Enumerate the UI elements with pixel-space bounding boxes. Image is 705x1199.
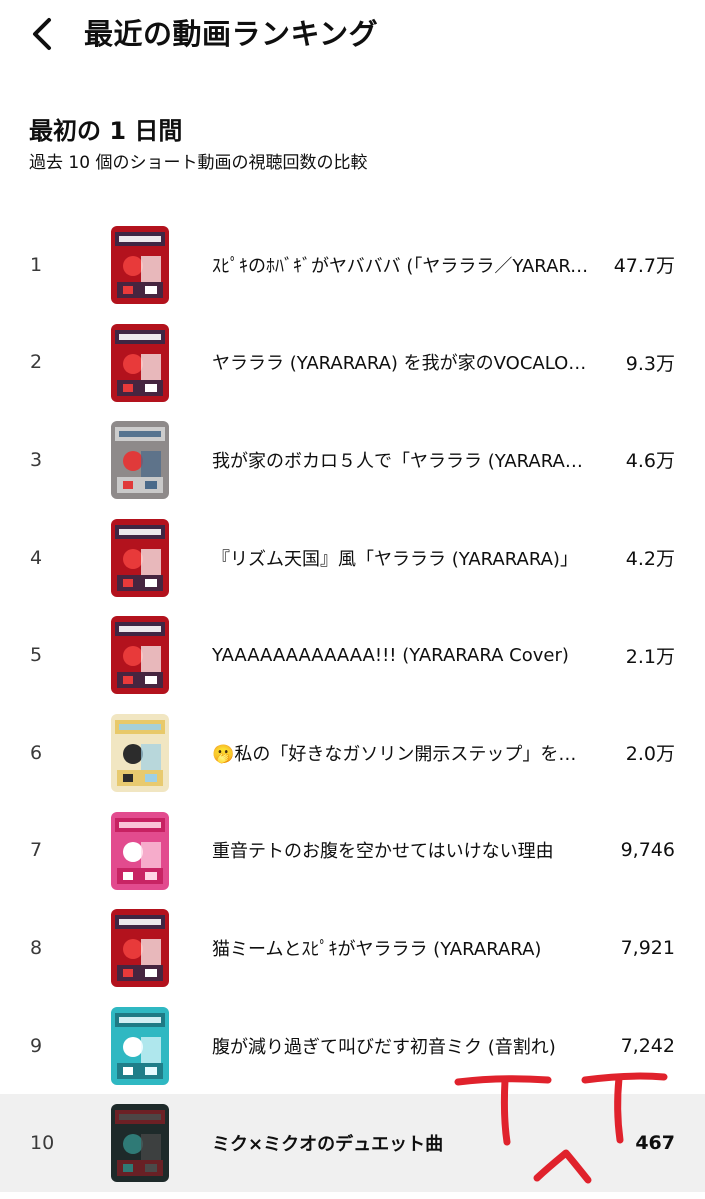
ranking-list: 1 ｽﾋﾟｷのﾎﾊﾞｷﾞがヤバババ (「ヤラララ／YARARARA」) 47.7… [0,216,705,1192]
rank-number: 5 [30,644,43,667]
video-thumbnail[interactable] [111,323,169,402]
video-thumbnail[interactable] [111,811,169,890]
rank-number: 4 [30,546,43,569]
video-row[interactable]: 6 🫢私の「好きなガソリン開示ステップ」を見て 2.0万 [0,704,705,802]
video-row[interactable]: 2 ヤラララ (YARARARA) を我が家のVOCALOIDで 9.3万 [0,314,705,412]
video-thumbnail[interactable] [111,713,169,792]
view-count: 2.1万 [625,645,675,668]
rank-number: 7 [30,839,43,862]
rank-number: 3 [30,448,43,471]
video-title[interactable]: YAAAAAAAAAAAA!!! (YARARARA Cover) [212,606,590,704]
view-count: 2.0万 [625,743,675,766]
video-title-text: 我が家のボカロ５人で「ヤラララ (YARARARA)」 [212,450,590,472]
video-row[interactable]: 5 YAAAAAAAAAAAA!!! (YARARARA Cover) 2.1万 [0,606,705,704]
rank-number: 8 [30,936,43,959]
chevron-left-icon [33,18,51,50]
video-title-text: ミク×ミクオのデュエット曲 [212,1134,444,1156]
video-title[interactable]: 重音テトのお腹を空かせてはいけない理由 [212,802,590,900]
view-count: 9,746 [620,839,675,862]
video-row[interactable]: 9 腹が減り過ぎて叫びだす初音ミク (音割れ) 7,242 [0,997,705,1095]
video-thumbnail[interactable] [111,909,169,988]
video-row[interactable]: 7 重音テトのお腹を空かせてはいけない理由 9,746 [0,802,705,900]
video-title[interactable]: 腹が減り過ぎて叫びだす初音ミク (音割れ) [212,997,590,1095]
video-title[interactable]: 我が家のボカロ５人で「ヤラララ (YARARARA)」 [212,411,590,509]
video-title-text: ｽﾋﾟｷのﾎﾊﾞｷﾞがヤバババ (「ヤラララ／YARARARA」) [212,255,590,277]
back-button[interactable] [22,14,62,54]
video-title-text: 重音テトのお腹を空かせてはいけない理由 [212,841,554,863]
view-count: 7,921 [620,936,675,959]
video-row[interactable]: 8 猫ミームとｽﾋﾟｷがヤラララ (YARARARA) 7,921 [0,899,705,997]
view-count: 9.3万 [625,352,675,375]
view-count: 7,242 [620,1034,675,1057]
rank-number: 6 [30,741,43,764]
rank-number: 2 [30,351,43,374]
video-title[interactable]: ミク×ミクオのデュエット曲 [212,1094,590,1192]
view-count: 4.2万 [625,548,675,571]
rank-number: 9 [30,1034,43,1057]
video-title-text: 腹が減り過ぎて叫びだす初音ミク (音割れ) [212,1036,556,1058]
video-title[interactable]: ヤラララ (YARARARA) を我が家のVOCALOIDで [212,314,590,412]
page-title: 最近の動画ランキング [84,17,379,51]
video-thumbnail[interactable] [111,616,169,695]
video-thumbnail[interactable] [111,1104,169,1183]
video-title-text: 『リズム天国』風「ヤラララ (YARARARA)」 [212,548,578,570]
view-count: 4.6万 [625,450,675,473]
video-row[interactable]: 3 我が家のボカロ５人で「ヤラララ (YARARARA)」 4.6万 [0,411,705,509]
video-thumbnail[interactable] [111,518,169,597]
rank-number: 1 [30,253,43,276]
video-title-text: YAAAAAAAAAAAA!!! (YARARARA Cover) [212,644,569,666]
video-title-text: 🫢私の「好きなガソリン開示ステップ」を見て [212,743,590,765]
section-title: 最初の 1 日間 [29,117,183,145]
video-thumbnail[interactable] [111,226,169,304]
rank-number: 10 [30,1132,55,1155]
app-header: 最近の動画ランキング [0,0,705,70]
video-title[interactable]: 🫢私の「好きなガソリン開示ステップ」を見て [212,704,590,802]
section-subtitle: 過去 10 個のショート動画の視聴回数の比較 [29,153,368,173]
video-thumbnail[interactable] [111,421,169,500]
video-title-text: ヤラララ (YARARARA) を我が家のVOCALOIDで [212,353,590,375]
video-title[interactable]: 猫ミームとｽﾋﾟｷがヤラララ (YARARARA) [212,899,590,997]
view-count: 47.7万 [613,255,675,278]
video-title-text: 猫ミームとｽﾋﾟｷがヤラララ (YARARARA) [212,938,542,960]
view-count: 467 [635,1132,675,1155]
video-title[interactable]: ｽﾋﾟｷのﾎﾊﾞｷﾞがヤバババ (「ヤラララ／YARARARA」) [212,216,590,314]
video-title[interactable]: 『リズム天国』風「ヤラララ (YARARARA)」 [212,509,590,607]
video-row[interactable]: 10 ミク×ミクオのデュエット曲 467 [0,1094,705,1192]
video-row[interactable]: 1 ｽﾋﾟｷのﾎﾊﾞｷﾞがヤバババ (「ヤラララ／YARARARA」) 47.7… [0,216,705,314]
video-thumbnail[interactable] [111,1006,169,1085]
video-row[interactable]: 4 『リズム天国』風「ヤラララ (YARARARA)」 4.2万 [0,509,705,607]
